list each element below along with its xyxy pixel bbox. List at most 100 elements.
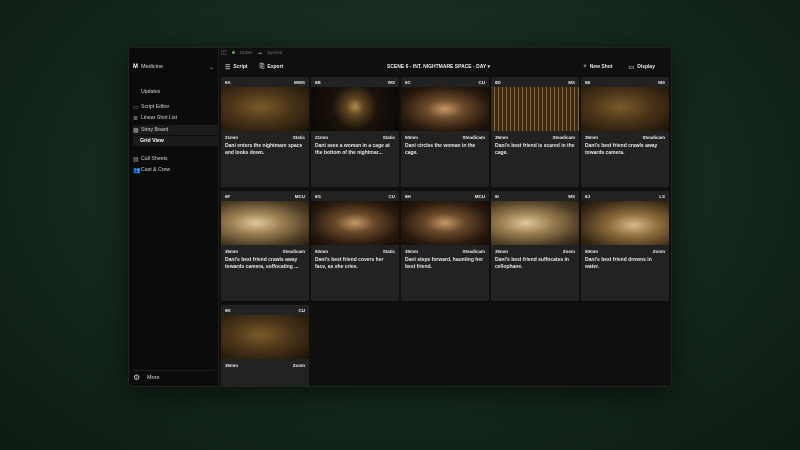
card-header: 6C CU (401, 77, 489, 87)
export-icon: ⎘ (259, 63, 265, 70)
shot-thumbnail[interactable] (581, 201, 669, 245)
workspace-name: Medicine (141, 64, 164, 70)
sidebar-item-cast-crew[interactable]: 👥 Cast & Crew (133, 165, 218, 175)
shot-description: Dani steps forward, haunting her best fr… (405, 257, 484, 270)
sidebar-item-label: Call Sheets (141, 156, 168, 162)
card-meta: 50mm Steadicam (401, 131, 489, 143)
shot-thumbnail[interactable] (221, 201, 309, 245)
sidebar-item-script-editor[interactable]: ▭ Script Editor (133, 102, 218, 112)
shot-card[interactable]: 6B WS 21mm Static Dani sees a woman in a cag… (311, 77, 399, 187)
shot-id: 6B (315, 79, 321, 85)
card-header: 6I MS (491, 191, 579, 201)
display-button[interactable]: ▭ Display (623, 64, 661, 71)
shot-lens: 50mm (315, 248, 329, 254)
card-header: 6D MS (491, 77, 579, 87)
shot-thumbnail[interactable] (491, 201, 579, 245)
shot-description: Dani enters the nightmare space and look… (225, 143, 303, 156)
calendar-icon: ▤ (133, 156, 139, 163)
shot-thumbnail[interactable] (221, 87, 309, 131)
card-header: 6J LS (581, 191, 669, 201)
shot-thumbnail[interactable] (311, 87, 399, 131)
shot-lens: 35mm (585, 134, 599, 140)
shot-movement: Steadicam (642, 134, 665, 140)
shot-card[interactable]: 6H MCU 35mm Steadicam Dani steps forward, ha… (401, 191, 489, 301)
shot-type: CU (298, 307, 306, 313)
shot-card[interactable]: 6I MS 35mm Zoom Dani's best friend suffocate… (491, 191, 579, 301)
card-header: 6E MS (581, 77, 669, 87)
card-header: 6F MCU (221, 191, 309, 201)
shot-card[interactable]: 6D MS 35mm Steadicam Dani's best friend is s… (491, 77, 579, 187)
shot-card[interactable]: 6K CU 35mm Zoom (221, 305, 309, 386)
shot-type: MCU (474, 193, 485, 199)
online-status-icon (231, 51, 235, 54)
shot-card[interactable]: 6A MWS 21mm Static Dani enters the nightmare… (221, 77, 309, 187)
shot-movement: Steadicam (462, 134, 485, 140)
sidebar-toggle-icon[interactable]: ◫ (221, 49, 227, 56)
scene-selector[interactable]: SCENE 6 - INT. NIGHTMARE SPACE - DAY ▾ (387, 64, 490, 70)
workspace-switcher[interactable]: M Medicine ⌄ (133, 61, 214, 73)
display-icon: ▭ (628, 64, 635, 71)
card-meta: 21mm Static (311, 131, 399, 143)
shot-card[interactable]: 6E MS 35mm Steadicam Dani's best friend craw… (581, 77, 669, 187)
sidebar-item-label: Script Editor (141, 104, 170, 110)
card-header: 6G CU (311, 191, 399, 201)
sidebar-item-label: Cast & Crew (141, 167, 171, 173)
display-label: Display (637, 64, 655, 70)
shot-description: Dani's best friend covers her face, as s… (315, 257, 384, 270)
shot-id: 6H (405, 193, 411, 199)
shot-movement: Static (292, 134, 305, 140)
card-header: 6H MCU (401, 191, 489, 201)
shot-type: MS (658, 79, 665, 85)
shot-lens: 50mm (405, 134, 419, 140)
shot-movement: Steadicam (462, 248, 485, 254)
sidebar-item-updates[interactable]: Updates (133, 87, 218, 97)
shot-description: Dani's best friend drowns in water. (585, 257, 652, 270)
script-button[interactable]: ☰ Script (219, 64, 254, 71)
sidebar-item-linear-shot-list[interactable]: ≣ Linear Shot List (133, 113, 218, 123)
shot-thumbnail[interactable] (581, 87, 669, 131)
shot-description (221, 371, 309, 386)
shot-card[interactable]: 6F MCU 35mm Steadicam Dani's best friend cra… (221, 191, 309, 301)
card-meta: 35mm Steadicam (491, 131, 579, 143)
shot-id: 6F (225, 193, 231, 199)
shot-description: Dani's best friend crawls away towards c… (585, 143, 658, 156)
card-meta: 50mm Static (311, 245, 399, 257)
shot-type: CU (388, 193, 396, 199)
shot-type: MCU (294, 193, 305, 199)
card-header: 6B WS (311, 77, 399, 87)
more-button[interactable]: ⚙ More (133, 370, 214, 382)
shot-id: 6E (585, 79, 591, 85)
card-meta: 35mm Zoom (491, 245, 579, 257)
new-shot-button[interactable]: + New Shot (577, 64, 618, 71)
shot-movement: Static (382, 248, 395, 254)
people-icon: 👥 (133, 167, 141, 174)
plus-icon: + (583, 64, 587, 70)
shot-id: 6I (495, 193, 499, 199)
shot-thumbnail[interactable] (401, 201, 489, 245)
online-status: Online (239, 50, 253, 55)
shot-thumbnail[interactable] (491, 87, 579, 131)
status-bar: ◫ Online ☁ Synced (221, 48, 282, 57)
toolbar: ☰ Script ⎘ Export SCENE 6 - INT. NIGHTMA… (219, 59, 671, 75)
shot-card[interactable]: 6J LS 50mm Zoom Dani's best friend drowns in… (581, 191, 669, 301)
sidebar-item-story-board[interactable]: ▦ Story Board (133, 125, 218, 135)
shot-card[interactable]: 6C CU 50mm Steadicam Dani circles the woman … (401, 77, 489, 187)
storyboard-icon: ▦ (133, 127, 139, 134)
export-label: Export (267, 64, 284, 70)
sidebar-item-grid-view[interactable]: Grid View (133, 136, 218, 146)
shot-type: CU (478, 79, 486, 85)
card-meta: 35mm Steadicam (581, 131, 669, 143)
shot-thumbnail[interactable] (401, 87, 489, 131)
shot-thumbnail[interactable] (311, 201, 399, 245)
shot-movement: Zoom (292, 362, 305, 368)
shot-description: Dani's best friend is scared in the cage… (495, 143, 575, 156)
shot-description: Dani sees a woman in a cage at the botto… (315, 143, 390, 156)
sidebar-item-call-sheets[interactable]: ▤ Call Sheets (133, 154, 218, 164)
shot-grid: 6A MWS 21mm Static Dani enters the nightmare… (219, 75, 669, 386)
shot-card[interactable]: 6G CU 50mm Static Dani's best friend covers … (311, 191, 399, 301)
card-meta: 35mm Steadicam (401, 245, 489, 257)
export-button[interactable]: ⎘ Export (254, 64, 290, 71)
shot-type: MWS (294, 79, 305, 85)
shot-thumbnail[interactable] (221, 315, 309, 359)
sidebar: M Medicine ⌄ Updates ▭ Script Editor ≣ L… (129, 48, 219, 386)
